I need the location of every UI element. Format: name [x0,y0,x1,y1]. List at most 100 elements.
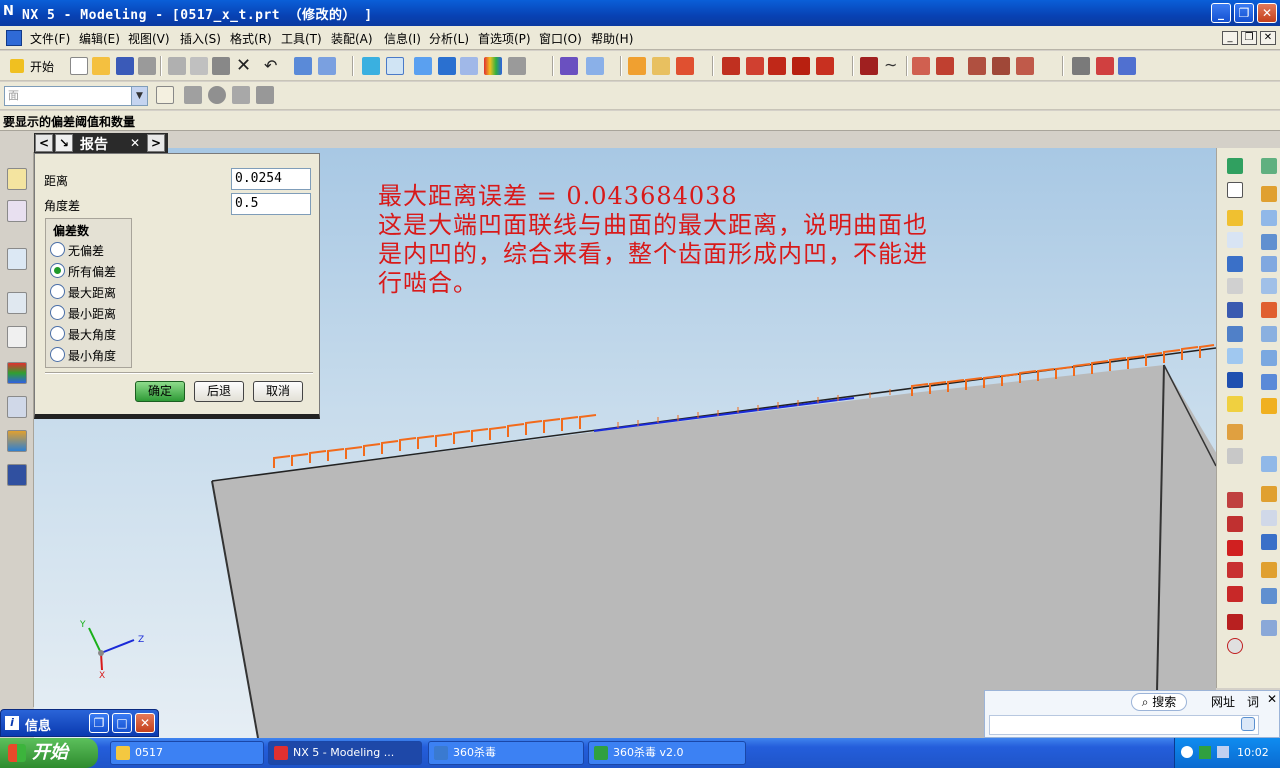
print-icon[interactable] [138,57,156,75]
search-button[interactable]: ⌕ 搜索 [1131,693,1187,711]
menu-preferences[interactable]: 首选项(P) [478,30,531,47]
shell-icon[interactable] [1227,448,1243,464]
radio-button[interactable] [50,242,65,257]
arc-curve-icon[interactable] [1227,614,1243,630]
bridge-curve-icon[interactable] [1227,562,1243,578]
minimize-button[interactable]: _ [1211,3,1231,23]
cancel-button[interactable]: 取消 [253,381,303,402]
datum-plane-icon[interactable] [1227,182,1243,198]
start-button[interactable]: 开始 [0,738,98,768]
doc-close-button[interactable]: ✕ [1260,31,1276,45]
bounded-plane-icon[interactable] [1261,256,1277,272]
edge-blend-icon[interactable] [1227,396,1243,412]
cylinder-icon[interactable] [1261,620,1277,636]
join-icon[interactable] [992,57,1010,75]
menu-information[interactable]: 信息(I) [384,30,421,47]
restore-button[interactable]: ❐ [1234,3,1254,23]
shaded-edges-icon[interactable] [438,57,456,75]
chamfer-icon[interactable] [1227,424,1243,440]
menu-format[interactable]: 格式(R) [230,30,272,47]
wrap-icon[interactable] [1261,562,1277,578]
offset-surface-icon[interactable] [1261,302,1277,318]
new-file-icon[interactable] [70,57,88,75]
save-icon[interactable] [116,57,134,75]
menu-file[interactable]: 文件(F) [30,30,70,47]
sketch-icon[interactable] [1227,158,1243,174]
groove-icon[interactable] [1227,372,1243,388]
slot-icon[interactable] [1227,348,1243,364]
extend-icon[interactable] [936,57,954,75]
copy-icon[interactable] [190,57,208,75]
trim-body-icon[interactable] [1261,350,1277,366]
selection-scope-icon[interactable] [156,86,174,104]
pin-icon[interactable]: ↘ [55,134,73,152]
mirror-icon[interactable] [1261,534,1277,550]
history-icon[interactable] [7,292,27,314]
wave-icon[interactable]: ∼ [884,57,902,75]
url-tab[interactable]: 网址 [1211,693,1235,710]
ok-button[interactable]: 确定 [135,381,185,402]
layer-icon[interactable] [560,57,578,75]
copy-icon[interactable] [1241,717,1255,731]
pad-icon[interactable] [1227,326,1243,342]
info-restore-button[interactable]: ❐ [89,713,109,733]
open-folder-icon[interactable] [92,57,110,75]
web-browser-icon[interactable] [7,326,27,348]
fillet-curve-icon[interactable] [792,57,810,75]
split-body-icon[interactable] [1261,374,1277,390]
dialog-next-button[interactable]: > [147,134,165,152]
radio-button[interactable] [50,305,65,320]
boss-icon[interactable] [1227,278,1243,294]
pattern-icon[interactable] [1261,588,1277,604]
surface-icon[interactable] [1261,158,1277,174]
refresh-icon[interactable] [362,57,380,75]
search-close-button[interactable]: ✕ [1267,692,1277,706]
doc-minimize-button[interactable]: _ [1222,31,1238,45]
menu-insert[interactable]: 插入(S) [180,30,221,47]
chevron-down-icon[interactable]: ▼ [131,87,147,105]
undo-selection-icon[interactable] [184,86,202,104]
distance-field[interactable]: 0.0254 [231,168,311,190]
offset-icon[interactable] [860,57,878,75]
search-input[interactable] [989,715,1259,735]
word-tab[interactable]: 词 [1247,693,1259,710]
menu-view[interactable]: 视图(V) [128,30,170,47]
bridge-icon[interactable] [968,57,986,75]
menu-window[interactable]: 窗口(O) [539,30,582,47]
point-set-icon[interactable] [1227,540,1243,556]
spline-icon[interactable] [816,57,834,75]
studio-icon[interactable] [484,57,502,75]
undo-icon[interactable]: ↶ [264,57,282,75]
view-orient-icon[interactable] [508,57,526,75]
dialog-prev-button[interactable]: < [35,134,53,152]
body-select-icon[interactable] [208,86,226,104]
deviation-icon[interactable] [1096,57,1114,75]
menu-tools[interactable]: 工具(T) [281,30,322,47]
section-icon[interactable] [1261,456,1277,472]
line-icon[interactable] [1227,492,1243,508]
feature-select-icon[interactable] [232,86,250,104]
through-curves-icon[interactable] [1261,186,1277,202]
dialog-close-button[interactable]: ✕ [126,134,144,152]
sew-icon[interactable] [1261,326,1277,342]
task-360-antivirus[interactable]: 360杀毒 [428,741,584,765]
measure-distance-icon[interactable] [628,57,646,75]
extrude-icon[interactable] [1227,210,1243,226]
palette-icon[interactable] [7,362,27,384]
doc-restore-button[interactable]: ❐ [1241,31,1257,45]
radio-button[interactable] [50,326,65,341]
volume-icon[interactable] [1217,746,1229,758]
thicken-icon[interactable] [1261,398,1277,414]
menu-edit[interactable]: 编辑(E) [79,30,120,47]
roles-icon[interactable] [7,430,27,452]
snap-icon[interactable] [318,57,336,75]
radio-button-checked[interactable] [50,263,65,278]
ruled-icon[interactable] [1261,210,1277,226]
menu-assembly[interactable]: 装配(A) [331,30,373,47]
radio-button[interactable] [50,284,65,299]
close-button[interactable]: ✕ [1257,3,1277,23]
hole-icon[interactable] [1227,256,1243,272]
info-maximize-button[interactable]: □ [112,713,132,733]
angle-field[interactable]: 0.5 [231,193,311,215]
info-close-button[interactable]: ✕ [135,713,155,733]
